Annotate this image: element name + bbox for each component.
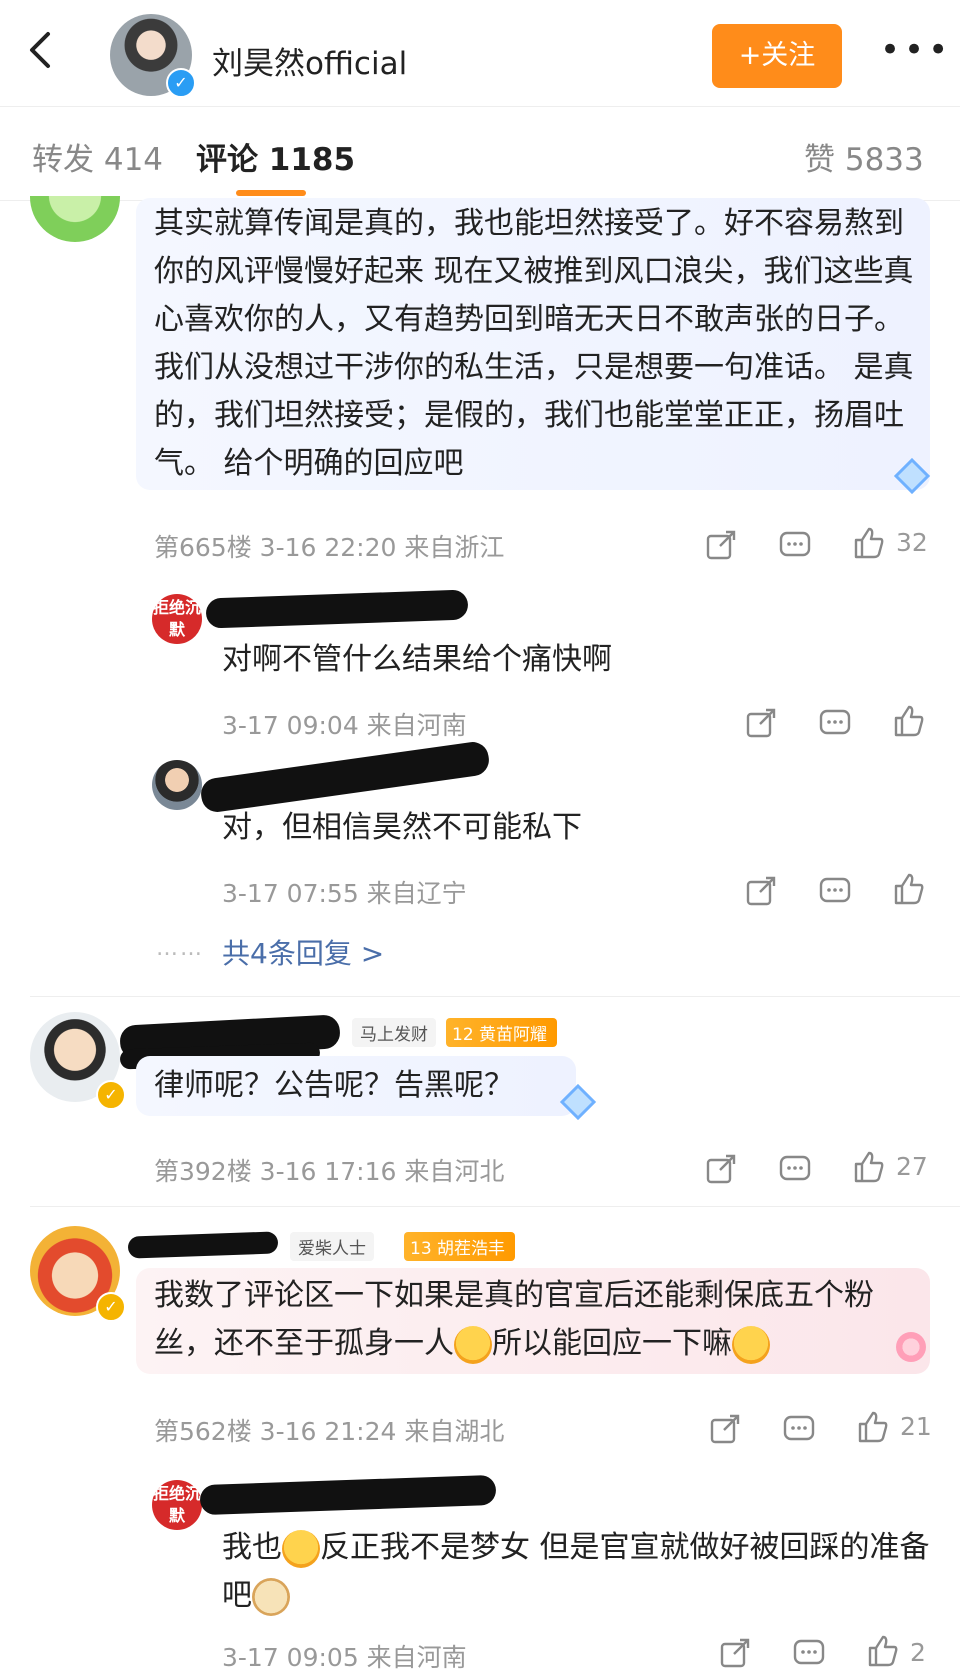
comment-icon[interactable] [778, 528, 812, 562]
fan-level: 12 [452, 1025, 474, 1045]
fan-label: 胡茬浩丰 [437, 1239, 506, 1259]
tab-reposts[interactable]: 转发 414 [32, 134, 163, 179]
comment-text: 我数了评论区一下如果是真的官宣后还能剩保底五个粉丝，还不至于孤身一人 所以能回应一… [154, 1272, 914, 1368]
avatar[interactable]: 拒绝沉默 [152, 1480, 202, 1530]
more-icon[interactable]: ••• [880, 33, 952, 67]
comment-meta: 第665楼 3-16 22:20 来自浙江 [154, 533, 505, 562]
back-arrow-icon[interactable] [22, 30, 62, 70]
share-icon[interactable] [744, 874, 778, 908]
reply-meta: 3-17 09:04 来自河南 [222, 711, 467, 740]
fan-badge: 12 黄苗阿耀 [446, 1018, 558, 1047]
verified-icon: ✓ [96, 1080, 126, 1110]
like-icon[interactable] [892, 872, 926, 906]
divider [30, 1206, 960, 1207]
comment-icon[interactable] [778, 1152, 812, 1186]
avatar[interactable] [30, 196, 120, 242]
reply-text: 对啊不管什么结果给个痛快啊 [222, 642, 612, 677]
share-icon[interactable] [744, 706, 778, 740]
laughing-crying-emoji-icon [282, 1529, 320, 1568]
share-icon[interactable] [704, 528, 738, 562]
diamond-icon [559, 1084, 597, 1120]
tab-likes[interactable]: 赞 5833 [804, 134, 924, 179]
like-count: 32 [896, 528, 928, 557]
redacted-username [199, 1474, 497, 1516]
redacted-username [205, 589, 469, 629]
like-icon[interactable] [852, 1150, 886, 1184]
follow-button[interactable]: +关注 [712, 24, 842, 88]
fan-label: 黄苗阿耀 [479, 1025, 548, 1045]
redacted-username [199, 739, 491, 815]
like-count: 27 [896, 1152, 928, 1181]
like-icon[interactable] [856, 1410, 890, 1444]
crying-emoji-icon [732, 1325, 770, 1364]
reply-text-part: 我也 [222, 1530, 282, 1565]
reply-text: 对，但相信昊然不可能私下 [222, 810, 582, 845]
comment-icon[interactable] [818, 706, 852, 740]
verified-icon: ✓ [166, 68, 196, 98]
thread-dots: …… [156, 936, 204, 961]
like-icon[interactable] [866, 1634, 900, 1668]
like-icon[interactable] [852, 526, 886, 560]
divider [30, 996, 960, 997]
avatar[interactable] [152, 760, 202, 810]
comment-icon[interactable] [792, 1636, 826, 1670]
more-replies-link[interactable]: 共4条回复 > [222, 932, 384, 972]
avatar[interactable]: 拒绝沉默 [152, 594, 202, 644]
comment-icon[interactable] [782, 1412, 816, 1446]
doge-emoji-icon [252, 1577, 290, 1616]
verified-icon: ✓ [96, 1292, 126, 1322]
fan-badge: 13 胡茬浩丰 [404, 1232, 516, 1261]
redacted-username [127, 1231, 279, 1259]
user-tag: 爱柴人士 [290, 1232, 374, 1261]
comment-meta: 第562楼 3-16 21:24 来自湖北 [154, 1417, 505, 1446]
user-tag: 马上发财 [352, 1018, 436, 1047]
crying-emoji-icon [454, 1325, 492, 1364]
like-count: 21 [900, 1412, 932, 1441]
active-tab-indicator [236, 190, 306, 196]
comment-meta: 第392楼 3-16 17:16 来自河北 [154, 1157, 505, 1186]
tab-comments[interactable]: 评论 1185 [196, 134, 355, 179]
comment-text: 其实就算传闻是真的，我也能坦然接受了。好不容易熬到你的风评慢慢好起来 现在又被推… [154, 206, 914, 481]
share-icon[interactable] [718, 1636, 752, 1670]
diamond-icon [893, 458, 931, 494]
comment-text-part: 所以能回应一下嘛 [492, 1326, 732, 1361]
page-title[interactable]: 刘昊然official [212, 38, 407, 83]
comment-text: 律师呢？公告呢？告黑呢？ [154, 1068, 514, 1103]
flower-icon [896, 1332, 926, 1362]
reply-meta: 3-17 07:55 来自辽宁 [222, 879, 467, 908]
reply-meta: 3-17 09:05 来自河南 [222, 1643, 467, 1672]
reply-text-part: 反正我不是梦女 但是官宣就做好被回踩的准备吧 [222, 1530, 930, 1613]
comment-icon[interactable] [818, 874, 852, 908]
share-icon[interactable] [708, 1412, 742, 1446]
reply-text: 我也 反正我不是梦女 但是官宣就做好被回踩的准备吧 [222, 1524, 932, 1620]
like-count: 2 [910, 1638, 926, 1667]
like-icon[interactable] [892, 704, 926, 738]
share-icon[interactable] [704, 1152, 738, 1186]
fan-level: 13 [410, 1239, 432, 1259]
